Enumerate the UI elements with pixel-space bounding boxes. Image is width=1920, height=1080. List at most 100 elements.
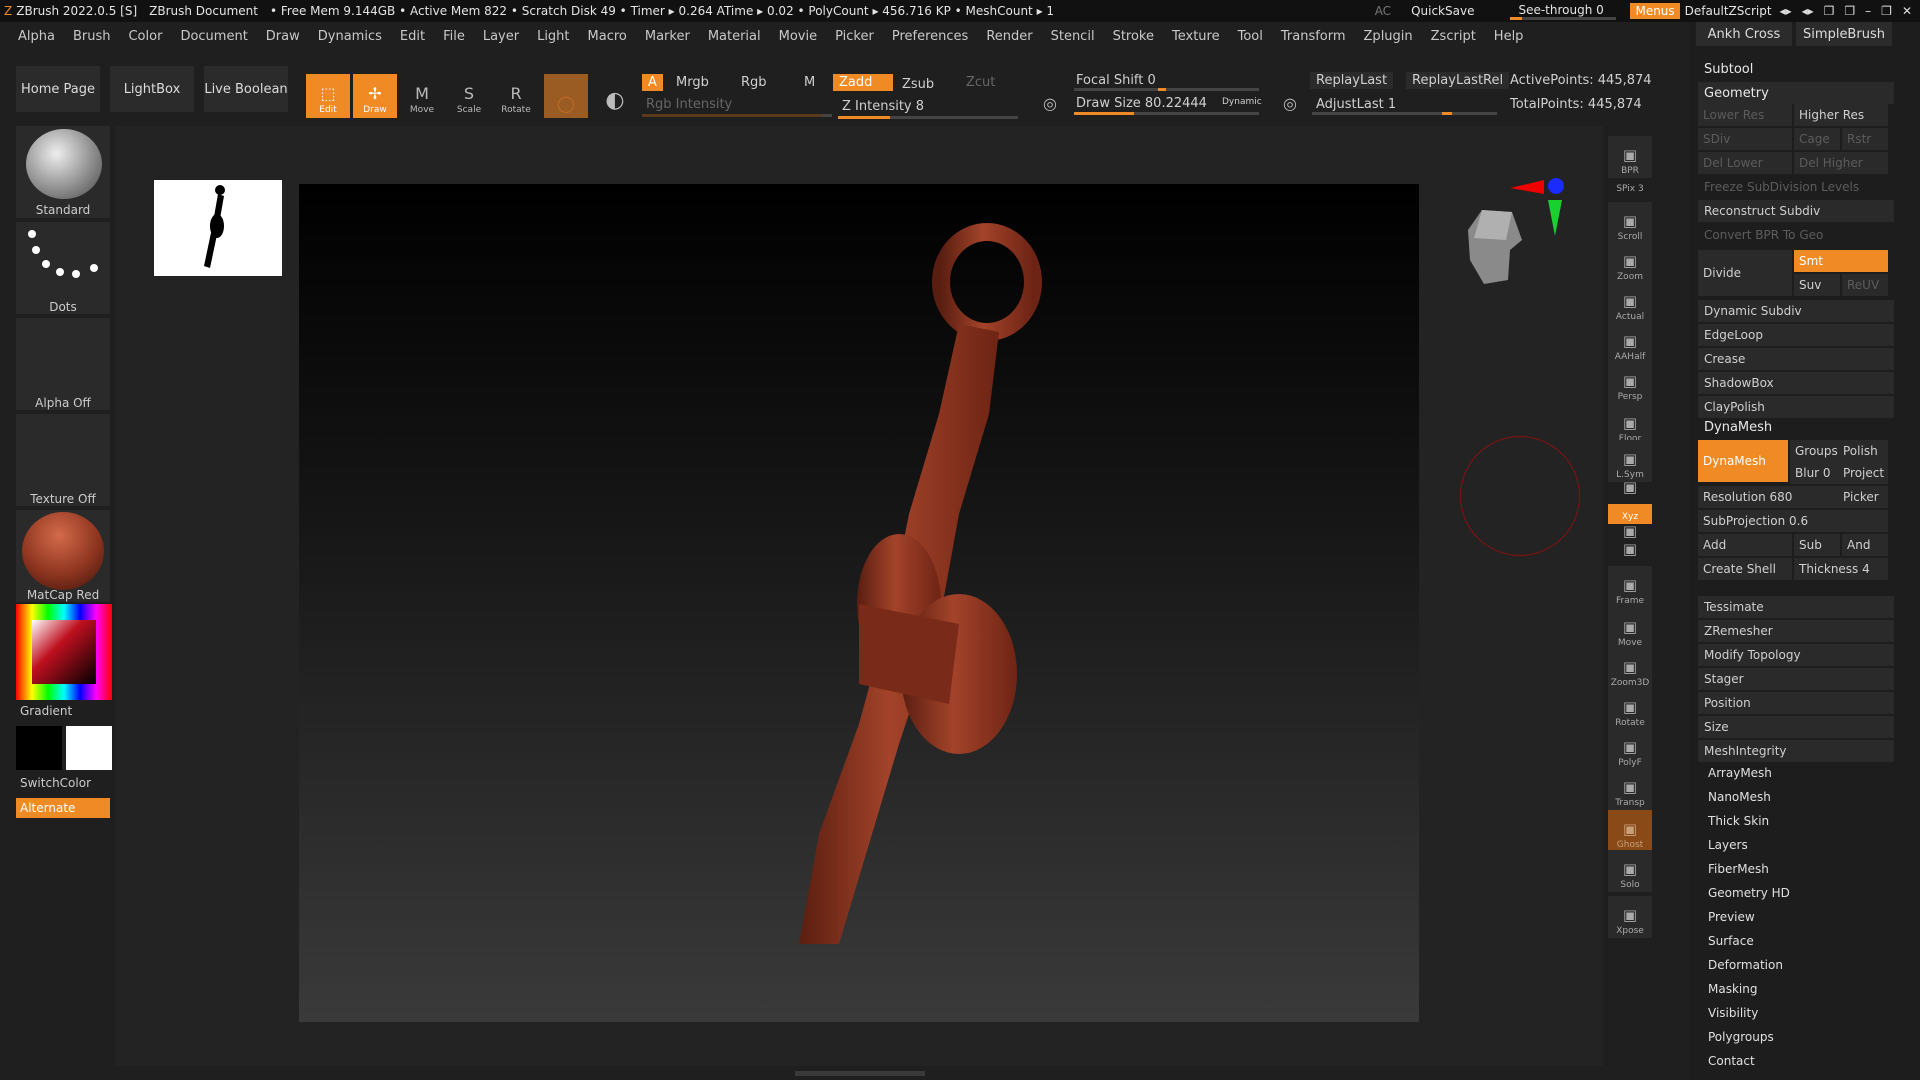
geometry-crease[interactable]: Crease <box>1698 348 1894 370</box>
shelf-icon-12-button[interactable]: ▣ <box>1608 540 1652 562</box>
color-square[interactable] <box>32 620 96 684</box>
menu-marker[interactable]: Marker <box>645 29 690 44</box>
color-picker[interactable] <box>16 604 112 700</box>
shelf-transp-button[interactable]: ▣ Transp <box>1608 768 1652 810</box>
material-swatch-button[interactable]: ◯ <box>544 74 588 118</box>
rotate-tool-button[interactable]: R Rotate <box>494 74 538 118</box>
replay-last-rel-button[interactable]: ReplayLastRel <box>1406 72 1510 89</box>
shelf-bpr-button[interactable]: ▣ BPR <box>1608 136 1652 178</box>
z-intensity-slider[interactable]: Z Intensity 8 <box>836 98 930 115</box>
reconstruct-subdiv-button[interactable]: Reconstruct Subdiv <box>1698 200 1894 222</box>
menu-zscript[interactable]: Zscript <box>1431 29 1476 44</box>
blur-slider[interactable]: Blur 0 <box>1790 462 1840 484</box>
bottom-tray-handle[interactable] <box>795 1071 925 1076</box>
live-boolean-button[interactable]: Live Boolean <box>204 66 288 112</box>
menus-button[interactable]: Menus <box>1630 3 1680 19</box>
shelf-persp-button[interactable]: ▣ Persp <box>1608 362 1652 404</box>
shelf-solo-button[interactable]: ▣ Solo <box>1608 850 1652 892</box>
subpalette-thick-skin[interactable]: Thick Skin <box>1708 814 1769 828</box>
switch-color-button[interactable]: SwitchColor <box>20 776 114 790</box>
zsub-toggle[interactable]: Zsub <box>896 76 940 93</box>
menu-document[interactable]: Document <box>180 29 247 44</box>
picker-button[interactable]: Picker <box>1838 486 1888 508</box>
rgb-intensity-slider[interactable]: Rgb Intensity <box>640 96 738 113</box>
geometry-modify-topology[interactable]: Modify Topology <box>1698 644 1894 666</box>
menu-stencil[interactable]: Stencil <box>1051 29 1095 44</box>
menu-draw[interactable]: Draw <box>266 29 300 44</box>
lightbox-button[interactable]: LightBox <box>110 66 194 112</box>
geometry-header[interactable]: Geometry <box>1698 82 1894 104</box>
subpalette-deformation[interactable]: Deformation <box>1708 958 1783 972</box>
menu-edit[interactable]: Edit <box>400 29 425 44</box>
shelf-polyf-button[interactable]: ▣ PolyF <box>1608 728 1652 770</box>
subpalette-surface[interactable]: Surface <box>1708 934 1754 948</box>
geometry-dynamic-subdiv[interactable]: Dynamic Subdiv <box>1698 300 1894 322</box>
scale-tool-button[interactable]: S Scale <box>447 74 491 118</box>
maximize-icon[interactable]: ❐ <box>1881 4 1892 18</box>
zadd-toggle[interactable]: Zadd <box>833 74 893 91</box>
geometry-position[interactable]: Position <box>1698 692 1894 714</box>
navigator-thumbnail[interactable] <box>154 180 282 276</box>
geometry-claypolish[interactable]: ClayPolish <box>1698 396 1894 418</box>
menu-alpha[interactable]: Alpha <box>18 29 55 44</box>
del-lower-button[interactable]: Del Lower <box>1698 152 1792 174</box>
default-zscript-button[interactable]: DefaultZScript <box>1685 4 1772 18</box>
create-shell-button[interactable]: Create Shell <box>1698 558 1792 580</box>
thickness-slider[interactable]: Thickness 4 <box>1794 558 1888 580</box>
replay-last-button[interactable]: ReplayLast <box>1310 72 1394 89</box>
draw-tool-button[interactable]: ✢ Draw <box>353 74 397 118</box>
close-icon[interactable]: ✕ <box>1902 4 1912 18</box>
menu-material[interactable]: Material <box>708 29 761 44</box>
subpalette-preview[interactable]: Preview <box>1708 910 1755 924</box>
shelf-scroll-button[interactable]: ▣ Scroll <box>1608 202 1652 244</box>
menu-zplugin[interactable]: Zplugin <box>1364 29 1413 44</box>
menu-brush[interactable]: Brush <box>73 29 111 44</box>
ac-toggle[interactable]: AC <box>1375 4 1391 18</box>
menu-render[interactable]: Render <box>986 29 1032 44</box>
menu-preferences[interactable]: Preferences <box>892 29 968 44</box>
shelf-spix-3-button[interactable]: SPix 3 <box>1608 176 1652 196</box>
see-through-slider[interactable]: See-through 0 <box>1510 2 1617 20</box>
tab-ankh-cross[interactable]: Ankh Cross <box>1696 22 1792 46</box>
menu-tool[interactable]: Tool <box>1238 29 1263 44</box>
menu-color[interactable]: Color <box>128 29 162 44</box>
lazy-mouse-d-button[interactable]: ◎ <box>1268 74 1312 118</box>
palette-icon[interactable]: ❐ <box>1844 4 1855 18</box>
shelf-actual-button[interactable]: ▣ Actual <box>1608 282 1652 324</box>
shelf-icon-9-button[interactable]: ▣ <box>1608 478 1652 500</box>
menu-texture[interactable]: Texture <box>1172 29 1220 44</box>
minimize-icon[interactable]: – <box>1865 4 1871 18</box>
subpalette-contact[interactable]: Contact <box>1708 1054 1755 1068</box>
resolution-slider[interactable]: Resolution 680 <box>1698 486 1838 508</box>
convert-bpr-button[interactable]: Convert BPR To Geo <box>1698 224 1894 246</box>
menu-help[interactable]: Help <box>1494 29 1524 44</box>
tab-simplebrush[interactable]: SimpleBrush <box>1796 22 1892 46</box>
geometry-size[interactable]: Size <box>1698 716 1894 738</box>
home-page-button[interactable]: Home Page <box>16 66 100 112</box>
geometry-zremesher[interactable]: ZRemesher <box>1698 620 1894 642</box>
freeze-subdivision-button[interactable]: Freeze SubDivision Levels <box>1698 176 1894 198</box>
smt-toggle[interactable]: Smt <box>1794 250 1888 272</box>
subpalette-nanomesh[interactable]: NanoMesh <box>1708 790 1771 804</box>
axis-gizmo[interactable] <box>1510 178 1570 238</box>
lazy-mouse-s-button[interactable]: ◎ <box>1028 74 1072 118</box>
menu-macro[interactable]: Macro <box>588 29 627 44</box>
reuv-button[interactable]: ReUV <box>1842 274 1888 296</box>
shelf-rotate-button[interactable]: ▣ Rotate <box>1608 688 1652 730</box>
geometry-stager[interactable]: Stager <box>1698 668 1894 690</box>
sub-button[interactable]: Sub <box>1794 534 1840 556</box>
menu-movie[interactable]: Movie <box>779 29 817 44</box>
menu-light[interactable]: Light <box>537 29 569 44</box>
shelf-xyz-button[interactable]: Xyz <box>1608 504 1652 524</box>
geometry-shadowbox[interactable]: ShadowBox <box>1698 372 1894 394</box>
geometry-meshintegrity[interactable]: MeshIntegrity <box>1698 740 1894 762</box>
menu-picker[interactable]: Picker <box>835 29 874 44</box>
zcut-toggle[interactable]: Zcut <box>960 74 1001 91</box>
subpalette-arraymesh[interactable]: ArrayMesh <box>1708 766 1772 780</box>
rstr-button[interactable]: Rstr <box>1842 128 1888 150</box>
menu-layer[interactable]: Layer <box>483 29 519 44</box>
menu-transform[interactable]: Transform <box>1281 29 1346 44</box>
shelf-zoom-button[interactable]: ▣ Zoom <box>1608 242 1652 284</box>
quicksave-button[interactable]: QuickSave <box>1411 4 1474 18</box>
ankh-cross-model[interactable] <box>299 184 1419 1022</box>
